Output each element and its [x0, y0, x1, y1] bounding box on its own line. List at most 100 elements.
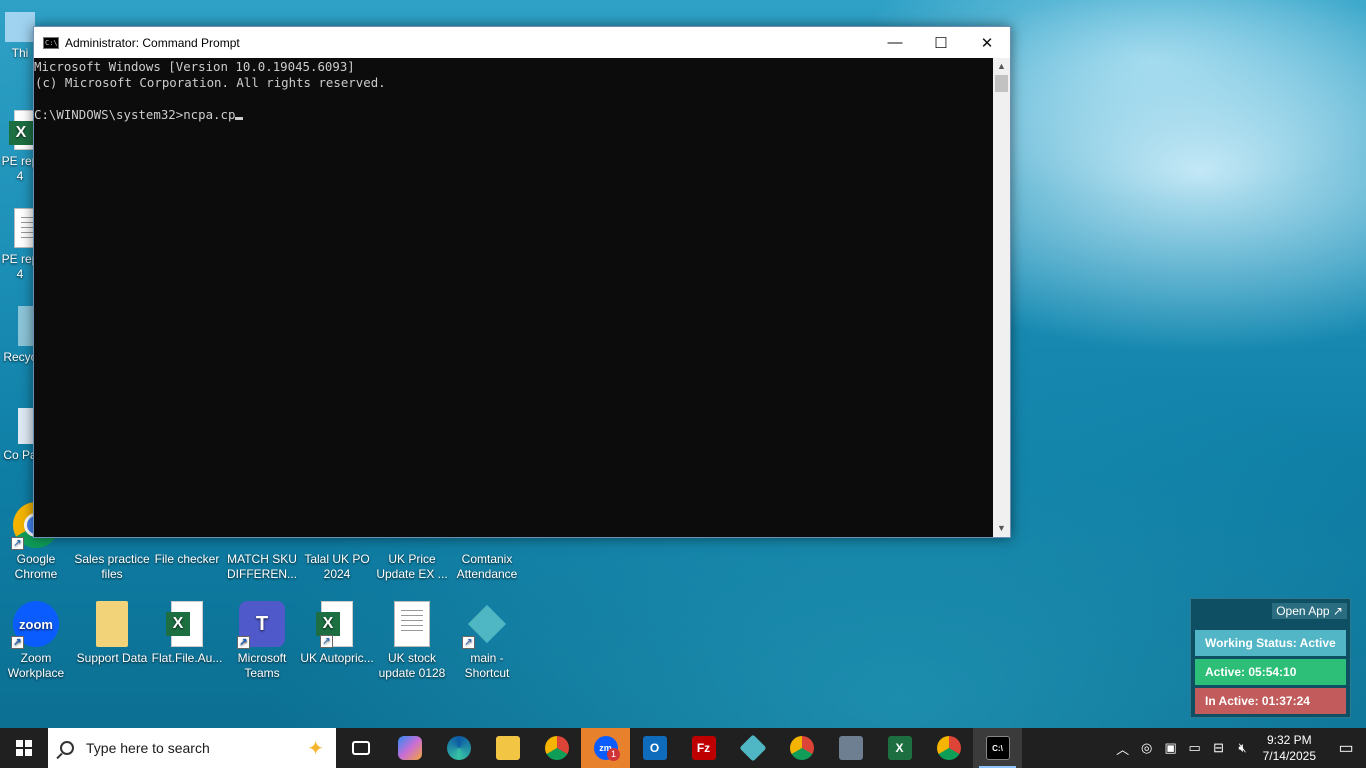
desktop-icon-label: Microsoft Teams — [237, 651, 287, 680]
volume-muted-icon[interactable]: 🔇︎ — [1231, 740, 1255, 756]
folder-icon — [96, 601, 128, 647]
taskbar-calculator[interactable] — [826, 728, 875, 768]
clock-time: 9:32 PM — [1266, 733, 1312, 747]
desktop-icon-uk-stock-update[interactable]: UK stock update 0128 — [374, 601, 450, 681]
desktop-icon-flat-file[interactable]: Flat.File.Au... — [149, 601, 225, 666]
window-titlebar[interactable]: C:\ Administrator: Command Prompt — ☐ ✕ — [34, 27, 1010, 58]
desktop-icon-label: MATCH SKU DIFFEREN... — [226, 552, 297, 581]
desktop-icon-label: Co Pa — [3, 448, 37, 462]
desktop-icon-label: Support Data — [76, 651, 148, 665]
desktop-icon-label: Comtanix Attendance — [456, 552, 518, 581]
desktop-icon-label: Thi — [11, 46, 29, 60]
document-icon — [394, 601, 430, 647]
taskbar-chrome-profile-2[interactable] — [924, 728, 973, 768]
desktop-icon-label: Zoom Workplace — [7, 651, 65, 680]
task-view-icon — [351, 741, 370, 755]
taskbar-task-view[interactable] — [336, 728, 385, 768]
chrome-icon — [936, 736, 961, 760]
taskbar-filezilla[interactable]: Fz — [679, 728, 728, 768]
window-title: Administrator: Command Prompt — [65, 35, 240, 50]
command-prompt-window[interactable]: C:\ Administrator: Command Prompt — ☐ ✕ … — [33, 26, 1011, 538]
working-status-widget: Open App ↗ Working Status: Active Active… — [1190, 598, 1351, 718]
desktop-icon-label: main - Shortcut — [464, 651, 510, 680]
sparkle-icon: ✦ — [307, 737, 324, 760]
desktop-icon-zoom[interactable]: zoom ↗ Zoom Workplace — [0, 601, 74, 681]
scroll-up-arrow-icon[interactable]: ▲ — [993, 58, 1010, 75]
desktop-icon-label: Flat.File.Au... — [151, 651, 223, 665]
clock-date: 7/14/2025 — [1262, 749, 1316, 763]
chrome-icon — [544, 736, 569, 760]
taskbar-excel[interactable]: X — [875, 728, 924, 768]
scroll-thumb[interactable] — [995, 75, 1008, 92]
desktop-icon-label: File checker — [154, 552, 220, 566]
console-output[interactable]: Microsoft Windows [Version 10.0.19045.60… — [34, 58, 993, 537]
search-placeholder: Type here to search — [86, 740, 210, 756]
search-icon — [60, 741, 74, 755]
outlook-icon: O — [642, 736, 667, 760]
desktop-icon-microsoft-teams[interactable]: T ↗ Microsoft Teams — [224, 601, 300, 681]
desktop-icon-main-shortcut[interactable]: ↗ main - Shortcut — [449, 601, 525, 681]
scroll-down-arrow-icon[interactable]: ▼ — [993, 520, 1010, 537]
notification-badge: 1 — [607, 748, 620, 761]
close-button[interactable]: ✕ — [964, 27, 1010, 58]
desktop-icon-label: Google Chrome — [14, 552, 58, 581]
desktop-icon-label: UK Autopric... — [300, 651, 374, 665]
excel-icon: X — [887, 736, 912, 760]
desktop-icon-label: Sales practice files — [74, 552, 150, 581]
taskbar: Type here to search ✦ zm 1 O Fz X C:\ ︿ ◎… — [0, 728, 1366, 768]
show-hidden-icons-chevron-up-icon[interactable]: ︿ — [1111, 739, 1135, 758]
console-line: Microsoft Windows [Version 10.0.19045.60… — [34, 59, 355, 74]
taskbar-search-box[interactable]: Type here to search ✦ — [48, 728, 336, 768]
folder-icon — [495, 736, 520, 760]
taskbar-chrome-profile[interactable] — [777, 728, 826, 768]
taskbar-comtanix[interactable] — [728, 728, 777, 768]
minimize-button[interactable]: — — [872, 27, 918, 58]
windows-logo-icon — [16, 740, 32, 756]
taskbar-copilot[interactable] — [385, 728, 434, 768]
network-icon[interactable]: ⊟ — [1207, 740, 1231, 756]
inactive-time-row: In Active: 01:37:24 — [1195, 688, 1346, 714]
console-line: (c) Microsoft Corporation. All rights re… — [35, 75, 386, 90]
taskbar-chrome[interactable] — [532, 728, 581, 768]
pc-icon — [5, 12, 35, 42]
console-prompt-line[interactable]: C:\WINDOWS\system32>ncpa.cp — [34, 107, 993, 123]
chrome-icon — [789, 736, 814, 760]
taskbar-command-prompt[interactable]: C:\ — [973, 728, 1022, 768]
taskbar-zoom[interactable]: zm 1 — [581, 728, 630, 768]
maximize-button[interactable]: ☐ — [918, 27, 964, 58]
active-time-row: Active: 05:54:10 — [1195, 659, 1346, 685]
command-prompt-icon: C:\ — [985, 736, 1010, 760]
taskbar-file-explorer[interactable] — [483, 728, 532, 768]
display-icon[interactable]: ▣ — [1159, 740, 1183, 756]
zoom-icon: zoom ↗ — [11, 601, 59, 649]
filezilla-icon: Fz — [691, 736, 716, 760]
desktop-icon-label: UK stock update 0128 — [378, 651, 446, 680]
command-prompt-icon: C:\ — [43, 36, 59, 49]
battery-icon[interactable]: ▭ — [1183, 740, 1207, 756]
calculator-icon — [838, 736, 863, 760]
desktop-icon-support-data[interactable]: Support Data — [74, 601, 150, 666]
meet-now-icon[interactable]: ◎ — [1135, 740, 1159, 756]
main-app-icon: ↗ — [462, 601, 510, 649]
excel-file-icon: ↗ — [316, 601, 353, 648]
taskbar-clock[interactable]: 9:32 PM 7/14/2025 — [1263, 732, 1316, 764]
notification-center-icon[interactable]: ▭ — [1326, 738, 1366, 758]
system-tray: ︿ ◎ ▣ ▭ ⊟ 🔇︎ 9:32 PM 7/14/2025 ▭ — [1111, 728, 1366, 768]
taskbar-edge[interactable] — [434, 728, 483, 768]
edge-icon — [446, 736, 471, 760]
start-button[interactable] — [0, 728, 48, 768]
desktop-icon-label: Recyc — [3, 350, 37, 364]
copilot-icon — [397, 736, 422, 760]
excel-file-icon — [166, 601, 203, 647]
text-cursor — [235, 117, 244, 120]
teams-icon: T ↗ — [237, 601, 285, 649]
desktop-icon-uk-autopric[interactable]: ↗ UK Autopric... — [299, 601, 375, 666]
open-app-button[interactable]: Open App ↗ — [1272, 603, 1347, 619]
console-command: C:\WINDOWS\system32>ncpa.cp — [34, 107, 236, 122]
desktop-icon-label: Talal UK PO 2024 — [304, 552, 370, 581]
comtanix-icon — [738, 734, 767, 762]
vertical-scrollbar[interactable]: ▲ ▼ — [993, 58, 1010, 537]
taskbar-outlook[interactable]: O — [630, 728, 679, 768]
desktop-icon-label: UK Price Update EX ... — [376, 552, 448, 581]
